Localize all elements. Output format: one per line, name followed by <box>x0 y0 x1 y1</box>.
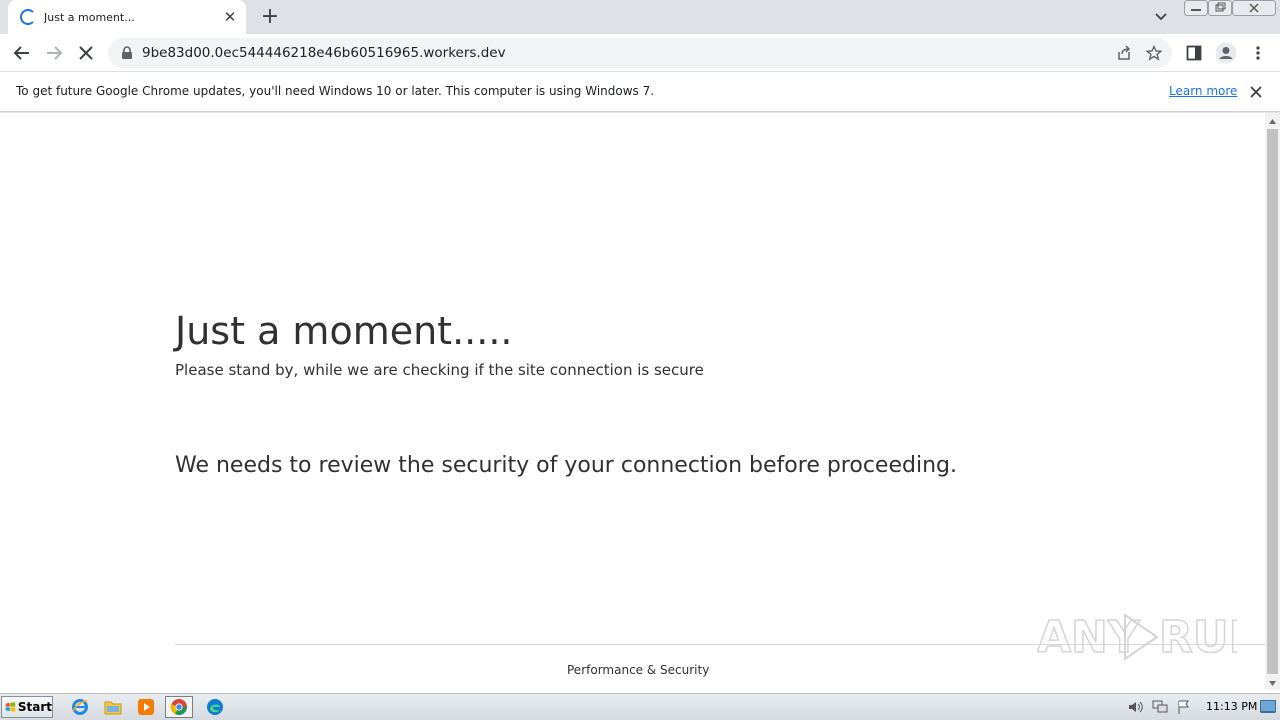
arrow-right-icon <box>47 46 63 60</box>
security-review-message: We needs to review the security of your … <box>175 453 957 478</box>
page-title: Just a moment..... <box>175 309 513 353</box>
back-button[interactable] <box>8 39 36 67</box>
forward-button[interactable] <box>40 39 68 67</box>
side-panel-button[interactable] <box>1180 39 1208 67</box>
anyrun-watermark-logo: ANY RUN <box>1037 611 1237 664</box>
address-bar[interactable]: 9be83d00.0ec544446218e46b60516965.worker… <box>108 38 1172 68</box>
avatar-icon <box>1215 42 1237 64</box>
windows-taskbar: Start 11:13 PM <box>0 693 1280 720</box>
footer-text: Performance & Security <box>567 663 710 677</box>
tab-close-icon[interactable]: ✕ <box>222 8 238 26</box>
tab-title: Just a moment... <box>44 10 135 24</box>
browser-toolbar: 9be83d00.0ec544446218e46b60516965.worker… <box>0 34 1280 72</box>
close-window-button[interactable] <box>1232 0 1276 18</box>
profile-button[interactable] <box>1212 39 1240 67</box>
clock[interactable]: 11:13 PM <box>1206 700 1257 713</box>
taskbar-media-player-button[interactable] <box>132 696 160 718</box>
scroll-down-arrow-icon[interactable] <box>1268 679 1277 688</box>
more-vert-icon <box>1256 46 1260 60</box>
volume-icon[interactable] <box>1126 699 1146 715</box>
edge-icon <box>207 699 223 715</box>
folder-icon <box>104 701 122 715</box>
scrollbar-thumb[interactable] <box>1267 129 1278 674</box>
chevron-down-icon <box>1155 13 1167 21</box>
minimize-button[interactable] <box>1184 0 1208 18</box>
page-content: Just a moment..... Please stand by, whil… <box>0 113 1265 690</box>
tab-strip: Just a moment... ✕ + <box>0 0 1280 34</box>
update-infobar: To get future Google Chrome updates, you… <box>0 72 1280 112</box>
action-center-flag-icon[interactable] <box>1174 699 1194 715</box>
loading-spinner-icon <box>20 9 36 25</box>
network-icon[interactable] <box>1150 699 1170 715</box>
taskbar-chrome-button[interactable] <box>165 696 193 718</box>
lock-icon <box>122 46 132 59</box>
taskbar-ie-button[interactable] <box>66 696 94 718</box>
windows-logo-icon <box>5 702 16 712</box>
chrome-icon <box>170 699 187 715</box>
new-tab-button[interactable]: + <box>258 5 282 29</box>
stop-icon <box>79 46 93 60</box>
restore-button[interactable] <box>1208 0 1232 18</box>
stop-loading-button[interactable] <box>72 39 100 67</box>
minimize-icon <box>1184 0 1208 16</box>
page-scrollbar[interactable] <box>1265 113 1280 690</box>
scroll-up-arrow-icon[interactable] <box>1268 117 1277 126</box>
side-panel-icon <box>1186 45 1202 61</box>
media-player-icon <box>138 699 154 715</box>
infobar-close-icon[interactable] <box>1248 84 1264 100</box>
internet-explorer-icon <box>72 699 88 715</box>
page-subtitle: Please stand by, while we are checking i… <box>175 361 704 379</box>
start-label: Start <box>17 700 52 714</box>
taskbar-explorer-button[interactable] <box>99 696 127 718</box>
arrow-left-icon <box>13 46 29 60</box>
learn-more-link[interactable]: Learn more <box>1169 84 1237 98</box>
svg-text:RUN: RUN <box>1159 612 1237 663</box>
star-icon[interactable] <box>1146 45 1162 61</box>
share-icon[interactable] <box>1116 45 1132 61</box>
taskbar-edge-button[interactable] <box>201 696 229 718</box>
infobar-message: To get future Google Chrome updates, you… <box>16 84 655 98</box>
tab-active[interactable]: Just a moment... ✕ <box>8 0 246 34</box>
menu-button[interactable] <box>1244 39 1272 67</box>
start-button[interactable]: Start <box>1 696 53 718</box>
url-text: 9be83d00.0ec544446218e46b60516965.worker… <box>142 45 506 61</box>
show-desktop-icon[interactable] <box>1260 700 1276 714</box>
restore-icon <box>1208 0 1232 16</box>
tab-search-button[interactable] <box>1150 7 1172 27</box>
close-icon <box>1232 0 1276 16</box>
